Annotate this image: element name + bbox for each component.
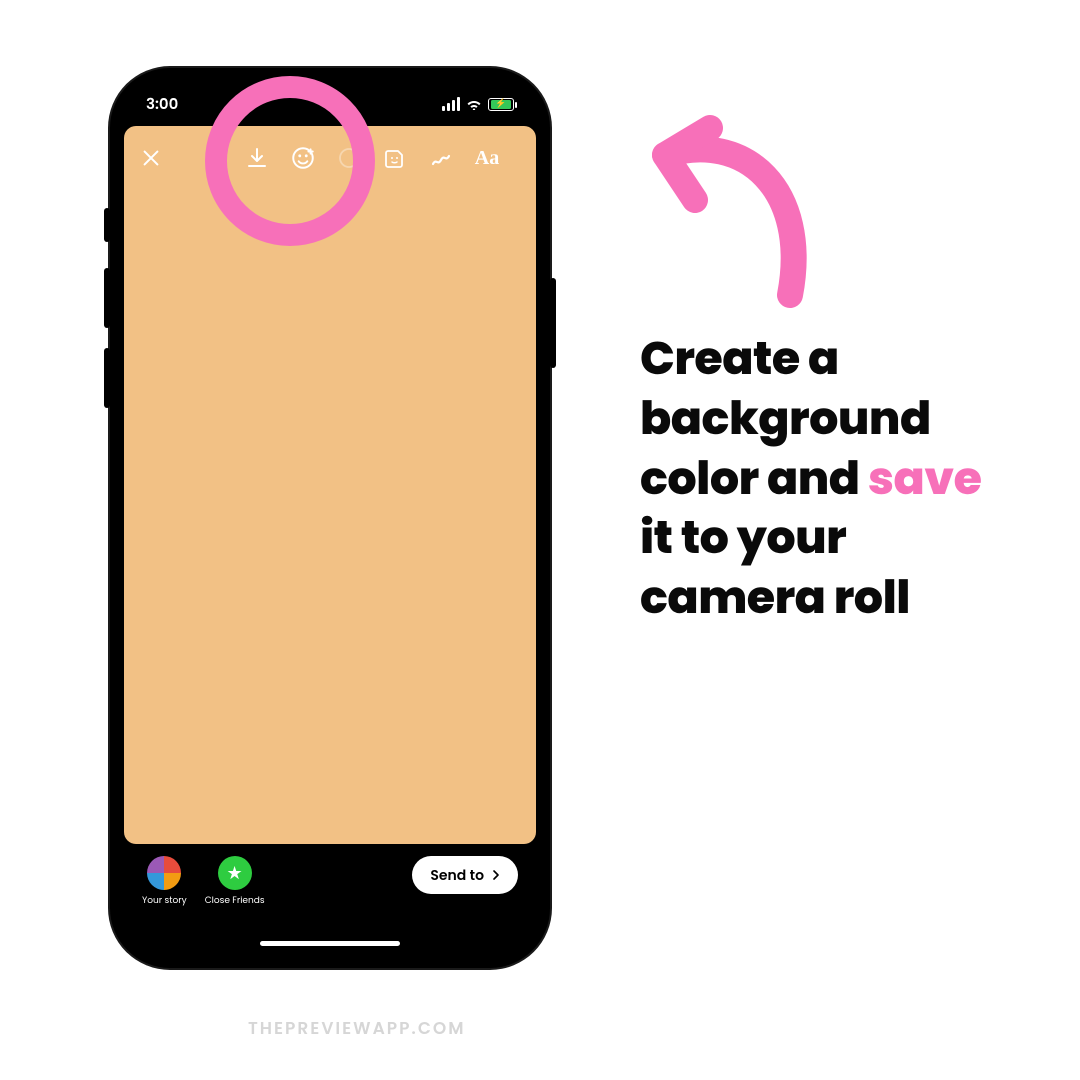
highlight-circle [205, 76, 375, 246]
chevron-right-icon [488, 867, 504, 883]
instruction-accent: save [868, 447, 982, 511]
home-indicator [260, 941, 400, 946]
instruction-part2: it to your camera roll [640, 506, 910, 630]
send-to-button[interactable]: Send to [412, 856, 518, 894]
close-icon[interactable] [138, 145, 164, 171]
status-time: 3:00 [146, 93, 178, 116]
text-icon[interactable]: Aa [474, 145, 500, 171]
battery-icon: ⚡ [488, 98, 514, 111]
phone-side-button [104, 348, 110, 408]
signal-icon [442, 97, 460, 111]
arrow-annotation [625, 100, 845, 320]
send-to-label: Send to [430, 865, 484, 886]
sticker-icon[interactable] [382, 145, 408, 171]
status-indicators: ⚡ [442, 97, 514, 111]
instruction-text: Create a background color and save it to… [640, 330, 1000, 629]
your-story-avatar [147, 856, 181, 890]
phone-side-button [104, 268, 110, 328]
phone-side-button [104, 208, 110, 242]
share-bar: Your story ★ Close Friends Send to [124, 844, 536, 954]
star-icon: ★ [218, 856, 252, 890]
charging-icon: ⚡ [495, 100, 506, 109]
draw-icon[interactable] [428, 145, 454, 171]
phone-side-button [550, 278, 556, 368]
your-story-button[interactable]: Your story [142, 856, 187, 908]
close-friends-label: Close Friends [205, 895, 265, 908]
watermark: THEPREVIEWAPP.COM [248, 1015, 466, 1041]
wifi-icon [466, 98, 482, 110]
your-story-label: Your story [142, 895, 187, 908]
close-friends-button[interactable]: ★ Close Friends [205, 856, 265, 908]
